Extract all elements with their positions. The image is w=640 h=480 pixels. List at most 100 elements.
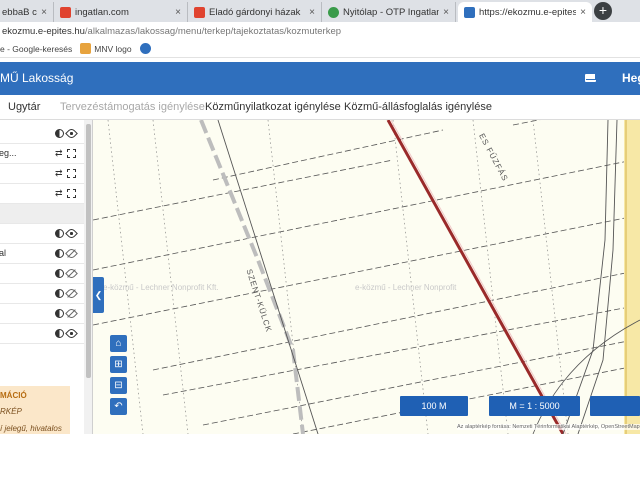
opacity-icon[interactable] xyxy=(55,249,64,258)
browser-tab[interactable]: ebbaB ctpk × xyxy=(0,2,54,22)
info-text: í jelegű, hivatalos xyxy=(0,424,62,433)
bookmark-ekozmu[interactable] xyxy=(139,43,151,54)
layer-row[interactable] xyxy=(0,204,84,224)
favicon-icon xyxy=(328,6,339,18)
eye-off-icon[interactable] xyxy=(65,247,78,260)
layer-label: al xyxy=(0,248,7,258)
panel-collapse-button[interactable]: ❮ xyxy=(93,277,104,313)
parcel-line xyxy=(93,159,634,271)
parcel-line xyxy=(512,120,541,126)
home-icon[interactable]: ⌂ xyxy=(110,335,127,352)
browser-tab-strip: ebbaB ctpk × ingatlan.com × Eladó gárdon… xyxy=(0,0,640,22)
opacity-icon[interactable] xyxy=(55,129,64,138)
mail-icon[interactable] xyxy=(585,74,596,82)
panel-scroll-thumb[interactable] xyxy=(86,124,91,378)
info-box: MÁCIÓ RKÉP í jelegű, hivatalos xyxy=(0,386,70,434)
app-title: MŰ Lakosság xyxy=(0,71,74,85)
layer-row[interactable]: eg... ⇄ xyxy=(0,144,84,164)
browser-tab[interactable]: Nyitólap - OTP Ingatlanpont In × xyxy=(322,2,456,22)
layer-row[interactable] xyxy=(0,124,84,144)
close-icon[interactable]: × xyxy=(175,7,181,18)
bookmark-google[interactable]: e - Google-keresés xyxy=(0,44,72,54)
tab-title: https://ekozmu.e-epites.hu/al xyxy=(479,6,577,18)
scale-ratio-button[interactable]: M = 1 : 5000 xyxy=(489,396,580,416)
map-watermark: e-közmű - Lechner Nonprofit Kft. xyxy=(103,283,219,292)
tab-title: Nyitólap - OTP Ingatlanpont In xyxy=(343,6,439,18)
map-canvas[interactable]: ES FŰZFÁS SZENT-KÜLCK e-közmű - Lechner … xyxy=(93,120,640,434)
bookmark-icon xyxy=(139,43,151,54)
eye-icon[interactable] xyxy=(65,127,78,140)
layer-row[interactable] xyxy=(0,304,84,324)
parcel-line xyxy=(93,214,640,326)
layer-row[interactable] xyxy=(0,264,84,284)
browser-tab[interactable]: ingatlan.com × xyxy=(54,2,188,22)
bookmark-label: e - Google-keresés xyxy=(0,43,73,54)
railway-line xyxy=(386,120,565,434)
zoom-icon[interactable] xyxy=(67,169,76,178)
move-icon[interactable]: ⇄ xyxy=(55,149,64,158)
user-name[interactable]: Heg xyxy=(622,71,640,85)
bookmarks-bar: e - Google-keresés MNV logo xyxy=(0,40,640,58)
zoom-icon[interactable] xyxy=(67,189,76,198)
bookmark-label: MNV logo xyxy=(94,43,132,54)
opacity-icon[interactable] xyxy=(55,229,64,238)
app-header: MŰ Lakosság Heg xyxy=(0,62,640,95)
railway-line-inner xyxy=(390,120,567,434)
opacity-icon[interactable] xyxy=(55,309,64,318)
layer-row[interactable]: al xyxy=(0,244,84,264)
address-bar[interactable]: ekozmu.e-epites.hu /alkalmazas/lakossag/… xyxy=(0,22,640,40)
zoom-icon[interactable] xyxy=(67,149,76,158)
nav-item-tervezestamogatas: Tervezéstámogatás igénylése xyxy=(60,101,205,113)
parcel-line xyxy=(93,159,394,221)
right-road xyxy=(562,120,609,434)
close-icon[interactable]: × xyxy=(309,7,315,18)
opacity-icon[interactable] xyxy=(55,329,64,338)
scale-extra-button[interactable] xyxy=(590,396,640,416)
undo-icon[interactable]: ↶ xyxy=(110,398,127,415)
eye-icon[interactable] xyxy=(65,227,78,240)
nav-item-kozmu-allasfoglalas[interactable]: Közmű-állásfoglalás igénylése xyxy=(344,101,492,113)
parcel-line xyxy=(162,304,640,396)
main-nav: Ugytár Tervezéstámogatás igénylése Közmű… xyxy=(0,95,640,120)
scale-distance-button[interactable]: 100 M xyxy=(400,396,468,416)
info-subtitle: RKÉP xyxy=(0,407,22,416)
screen: ebbaB ctpk × ingatlan.com × Eladó gárdon… xyxy=(0,0,640,480)
map-watermark: e-közmű - Lechner Nonprofit xyxy=(355,283,457,292)
bookmark-mnv[interactable]: MNV logo xyxy=(80,43,132,54)
close-icon[interactable]: × xyxy=(443,7,449,18)
favicon-icon xyxy=(60,6,71,18)
close-icon[interactable]: × xyxy=(580,7,586,18)
print-icon[interactable]: ⊟ xyxy=(110,377,127,394)
url-host: ekozmu.e-epites.hu xyxy=(2,25,85,37)
browser-tab[interactable]: Eladó gárdonyi házak × xyxy=(188,2,322,22)
move-icon[interactable]: ⇄ xyxy=(55,169,64,178)
eye-icon[interactable] xyxy=(65,327,78,340)
url-path: /alkalmazas/lakossag/menu/terkep/tajekoz… xyxy=(84,25,342,37)
favicon-icon xyxy=(464,6,475,18)
curve-line xyxy=(532,319,640,434)
layer-label: eg... xyxy=(0,148,17,158)
new-tab-button[interactable]: + xyxy=(594,2,612,20)
nav-item-ugytar[interactable]: Ugytár xyxy=(8,101,40,113)
eye-off-icon[interactable] xyxy=(65,267,78,280)
map-lines xyxy=(93,120,640,434)
layer-row[interactable] xyxy=(0,224,84,244)
layer-row[interactable]: ⇄ xyxy=(0,184,84,204)
road-edge xyxy=(217,120,319,434)
info-title: MÁCIÓ xyxy=(0,391,27,400)
layer-row[interactable] xyxy=(0,324,84,344)
eye-off-icon[interactable] xyxy=(65,287,78,300)
eye-off-icon[interactable] xyxy=(65,307,78,320)
layers-icon[interactable]: ⊞ xyxy=(110,356,127,373)
nav-item-kozmunyilatkozat[interactable]: Közműnyilatkozat igénylése xyxy=(205,101,341,113)
close-icon[interactable]: × xyxy=(41,7,47,18)
move-icon[interactable]: ⇄ xyxy=(55,189,64,198)
opacity-icon[interactable] xyxy=(55,269,64,278)
opacity-icon[interactable] xyxy=(55,289,64,298)
tab-title: ingatlan.com xyxy=(75,6,129,18)
bookmark-icon xyxy=(80,43,92,54)
browser-tab-active[interactable]: https://ekozmu.e-epites.hu/al × xyxy=(458,2,592,22)
layer-row[interactable] xyxy=(0,284,84,304)
layer-row[interactable]: ⇄ xyxy=(0,164,84,184)
layer-panel: eg... ⇄ ⇄ ⇄ al MÁCIÓ RKÉP í jelegű, hivatalo… xyxy=(0,120,93,434)
